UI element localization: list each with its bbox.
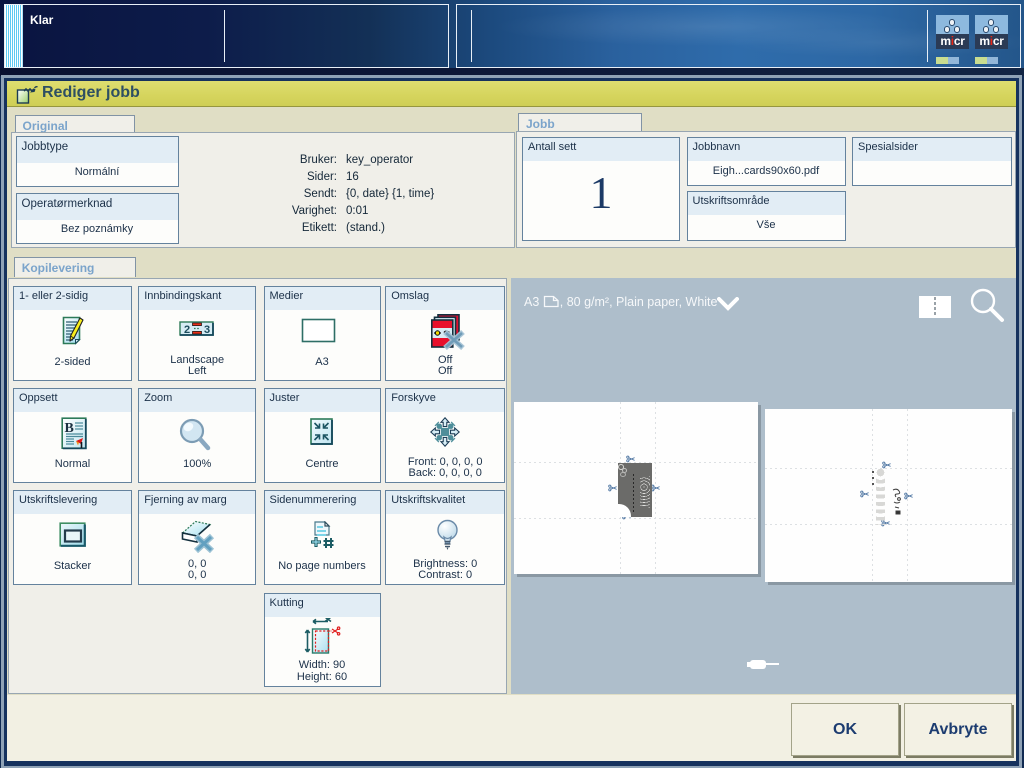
svg-text:3: 3 <box>204 324 210 336</box>
svg-text:2: 2 <box>184 324 190 336</box>
